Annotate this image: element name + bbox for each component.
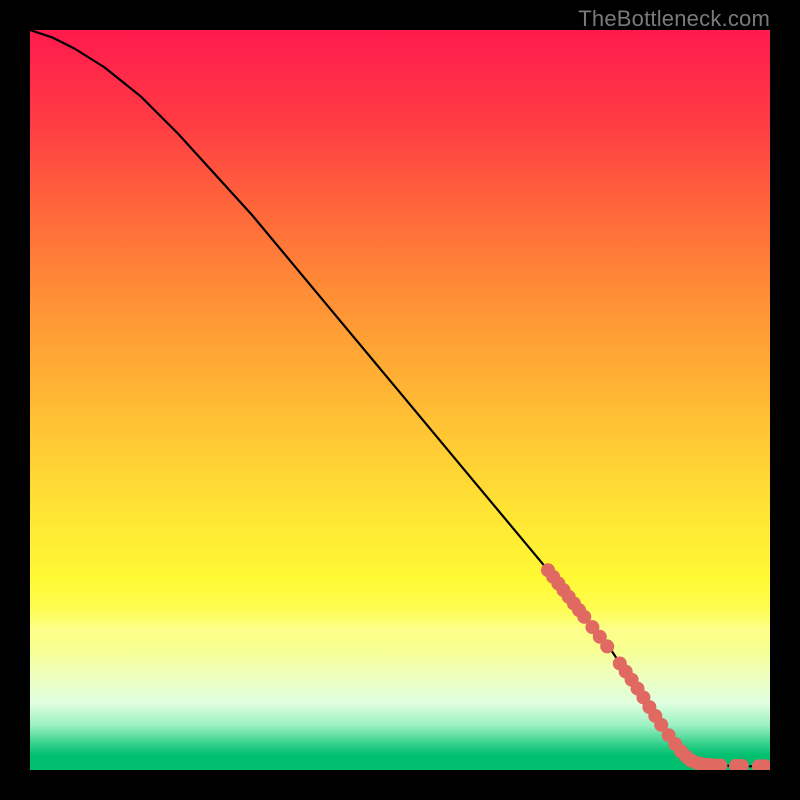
bottleneck-curve (30, 30, 770, 766)
marker-dot (600, 639, 614, 653)
marker-dots-layer (541, 563, 770, 770)
plot-area (30, 30, 770, 770)
chart-svg (30, 30, 770, 770)
watermark-text: TheBottleneck.com (578, 6, 770, 32)
chart-frame: TheBottleneck.com (0, 0, 800, 800)
